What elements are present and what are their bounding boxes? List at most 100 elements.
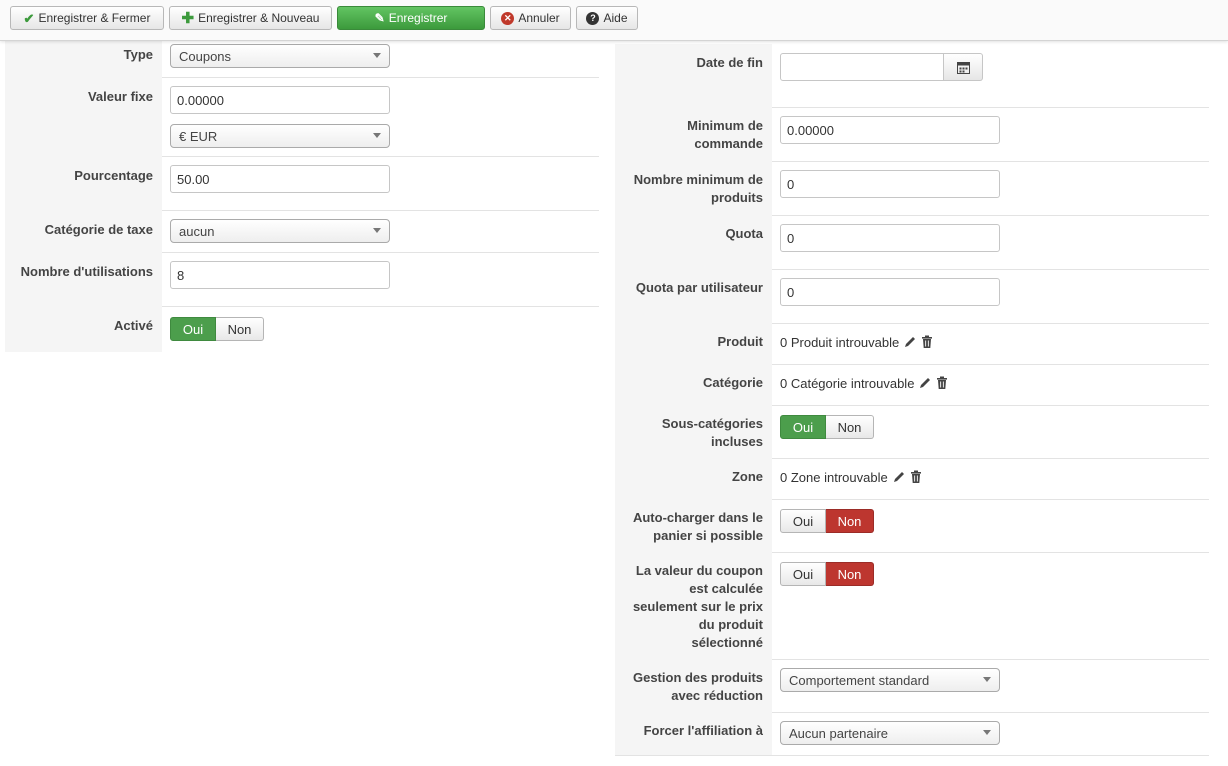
- zone-value-group: 0 Zone introuvable: [780, 467, 922, 487]
- affiliation-select[interactable]: Aucun partenaire: [780, 721, 1000, 745]
- row-category: Catégorie 0 Catégorie introuvable: [615, 364, 1209, 406]
- subcat-yes-button[interactable]: Oui: [780, 415, 826, 439]
- uses-label: Nombre d'utilisations: [5, 252, 162, 306]
- autoload-label-line1: Auto-charger dans le: [632, 510, 763, 525]
- cancel-icon: ✕: [501, 11, 515, 25]
- subcat-no-button[interactable]: Non: [826, 415, 874, 439]
- trash-icon[interactable]: [910, 470, 922, 484]
- coupon-value-label-line1: La valeur du coupon: [635, 563, 763, 578]
- product-label: Produit: [615, 323, 772, 364]
- active-yes-button[interactable]: Oui: [170, 317, 216, 341]
- coupon-value-toggle: Oui Non: [780, 562, 874, 586]
- quota-input[interactable]: 0: [780, 224, 1000, 252]
- currency-value: € EUR: [179, 128, 218, 144]
- row-percentage: Pourcentage 50.00: [5, 156, 599, 211]
- currency-select[interactable]: € EUR: [170, 124, 390, 148]
- coupon-value-label-line5: sélectionné: [691, 635, 763, 650]
- autoload-label: Auto-charger dans le panier si possible: [615, 499, 772, 552]
- chevron-down-icon: [983, 730, 991, 735]
- discounted-label: Gestion des produits avec réduction: [615, 659, 772, 712]
- row-type: Type Coupons: [5, 40, 599, 78]
- autoload-no-button[interactable]: Non: [826, 509, 874, 533]
- min-products-label: Nombre minimum de produits: [615, 161, 772, 215]
- row-fixed-value: Valeur fixe 0.00000 € EUR: [5, 77, 599, 157]
- save-close-label: Enregistrer & Fermer: [38, 11, 151, 25]
- save-button[interactable]: ✎ Enregistrer: [337, 6, 485, 30]
- chevron-down-icon: [373, 228, 381, 233]
- cancel-label: Annuler: [518, 11, 560, 25]
- active-toggle: Oui Non: [170, 317, 264, 341]
- save-new-label: Enregistrer & Nouveau: [198, 11, 320, 25]
- min-products-input[interactable]: 0: [780, 170, 1000, 198]
- end-date-label: Date de fin: [615, 44, 772, 107]
- min-products-label-line2: produits: [711, 190, 763, 205]
- min-products-label-line1: Nombre minimum de: [633, 172, 763, 187]
- row-quota-user: Quota par utilisateur 0: [615, 269, 1209, 324]
- edit-icon: ✎: [374, 10, 385, 25]
- affiliation-value: Aucun partenaire: [789, 725, 889, 741]
- coupon-value-no-button[interactable]: Non: [826, 562, 874, 586]
- cancel-button[interactable]: ✕ Annuler: [490, 6, 571, 30]
- check-icon: ✔: [23, 10, 35, 26]
- calendar-icon: [956, 61, 970, 74]
- quota-user-label: Quota par utilisateur: [615, 269, 772, 323]
- row-tax-category: Catégorie de taxe aucun: [5, 210, 599, 253]
- min-order-input[interactable]: 0.00000: [780, 116, 1000, 144]
- row-active: Activé Oui Non: [5, 306, 599, 352]
- category-value-group: 0 Catégorie introuvable: [780, 373, 948, 393]
- uses-input[interactable]: 8: [170, 261, 390, 289]
- row-zone: Zone 0 Zone introuvable: [615, 458, 1209, 500]
- end-date-input[interactable]: [780, 53, 944, 81]
- fixed-value-input[interactable]: 0.00000: [170, 86, 390, 114]
- coupon-value-label: La valeur du coupon est calculée seuleme…: [615, 552, 772, 659]
- help-button[interactable]: ? Aide: [576, 6, 638, 30]
- percentage-input[interactable]: 50.00: [170, 165, 390, 193]
- trash-icon[interactable]: [936, 376, 948, 390]
- fixed-value-label: Valeur fixe: [5, 77, 162, 156]
- edit-pencil-icon[interactable]: [903, 335, 917, 349]
- save-new-button[interactable]: ✚ Enregistrer & Nouveau: [169, 6, 332, 30]
- affiliation-label: Forcer l'affiliation à: [615, 712, 772, 755]
- coupon-value-label-line4: du produit: [698, 617, 763, 632]
- discounted-label-line2: avec réduction: [671, 688, 763, 703]
- row-discounted-products: Gestion des produits avec réduction Comp…: [615, 659, 1209, 713]
- row-quota: Quota 0: [615, 215, 1209, 270]
- save-close-button[interactable]: ✔ Enregistrer & Fermer: [10, 6, 164, 30]
- row-affiliation: Forcer l'affiliation à Aucun partenaire: [615, 712, 1209, 756]
- subcat-label: Sous-catégories incluses: [615, 405, 772, 458]
- autoload-toggle: Oui Non: [780, 509, 874, 533]
- row-subcategories: Sous-catégories incluses Oui Non: [615, 405, 1209, 459]
- min-order-label-line2: commande: [694, 136, 763, 151]
- product-value: 0 Produit introuvable: [780, 334, 900, 350]
- active-no-button[interactable]: Non: [216, 317, 264, 341]
- toolbar: ✔ Enregistrer & Fermer ✚ Enregistrer & N…: [0, 0, 1228, 41]
- min-order-label-line1: Minimum de: [687, 118, 763, 133]
- edit-pencil-icon[interactable]: [918, 376, 932, 390]
- subcat-label-line2: incluses: [710, 434, 763, 449]
- type-value: Coupons: [179, 48, 232, 64]
- tax-category-value: aucun: [179, 223, 215, 239]
- coupon-value-label-line3: seulement sur le prix: [632, 599, 763, 614]
- min-order-label: Minimum de commande: [615, 107, 772, 161]
- product-value-group: 0 Produit introuvable: [780, 332, 933, 352]
- chevron-down-icon: [373, 133, 381, 138]
- coupon-value-yes-button[interactable]: Oui: [780, 562, 826, 586]
- chevron-down-icon: [983, 677, 991, 682]
- calendar-button[interactable]: [944, 53, 983, 81]
- category-value: 0 Catégorie introuvable: [780, 375, 915, 391]
- type-select[interactable]: Coupons: [170, 44, 390, 68]
- discounted-select[interactable]: Comportement standard: [780, 668, 1000, 692]
- chevron-down-icon: [373, 53, 381, 58]
- subcat-toggle: Oui Non: [780, 415, 874, 439]
- trash-icon[interactable]: [921, 335, 933, 349]
- autoload-yes-button[interactable]: Oui: [780, 509, 826, 533]
- save-label: Enregistrer: [388, 11, 448, 25]
- autoload-label-line2: panier si possible: [653, 528, 763, 543]
- discounted-label-line1: Gestion des produits: [632, 670, 763, 685]
- help-label: Aide: [603, 11, 628, 25]
- edit-pencil-icon[interactable]: [892, 470, 906, 484]
- quota-user-input[interactable]: 0: [780, 278, 1000, 306]
- tax-category-select[interactable]: aucun: [170, 219, 390, 243]
- quota-label: Quota: [615, 215, 772, 269]
- type-label: Type: [5, 40, 162, 77]
